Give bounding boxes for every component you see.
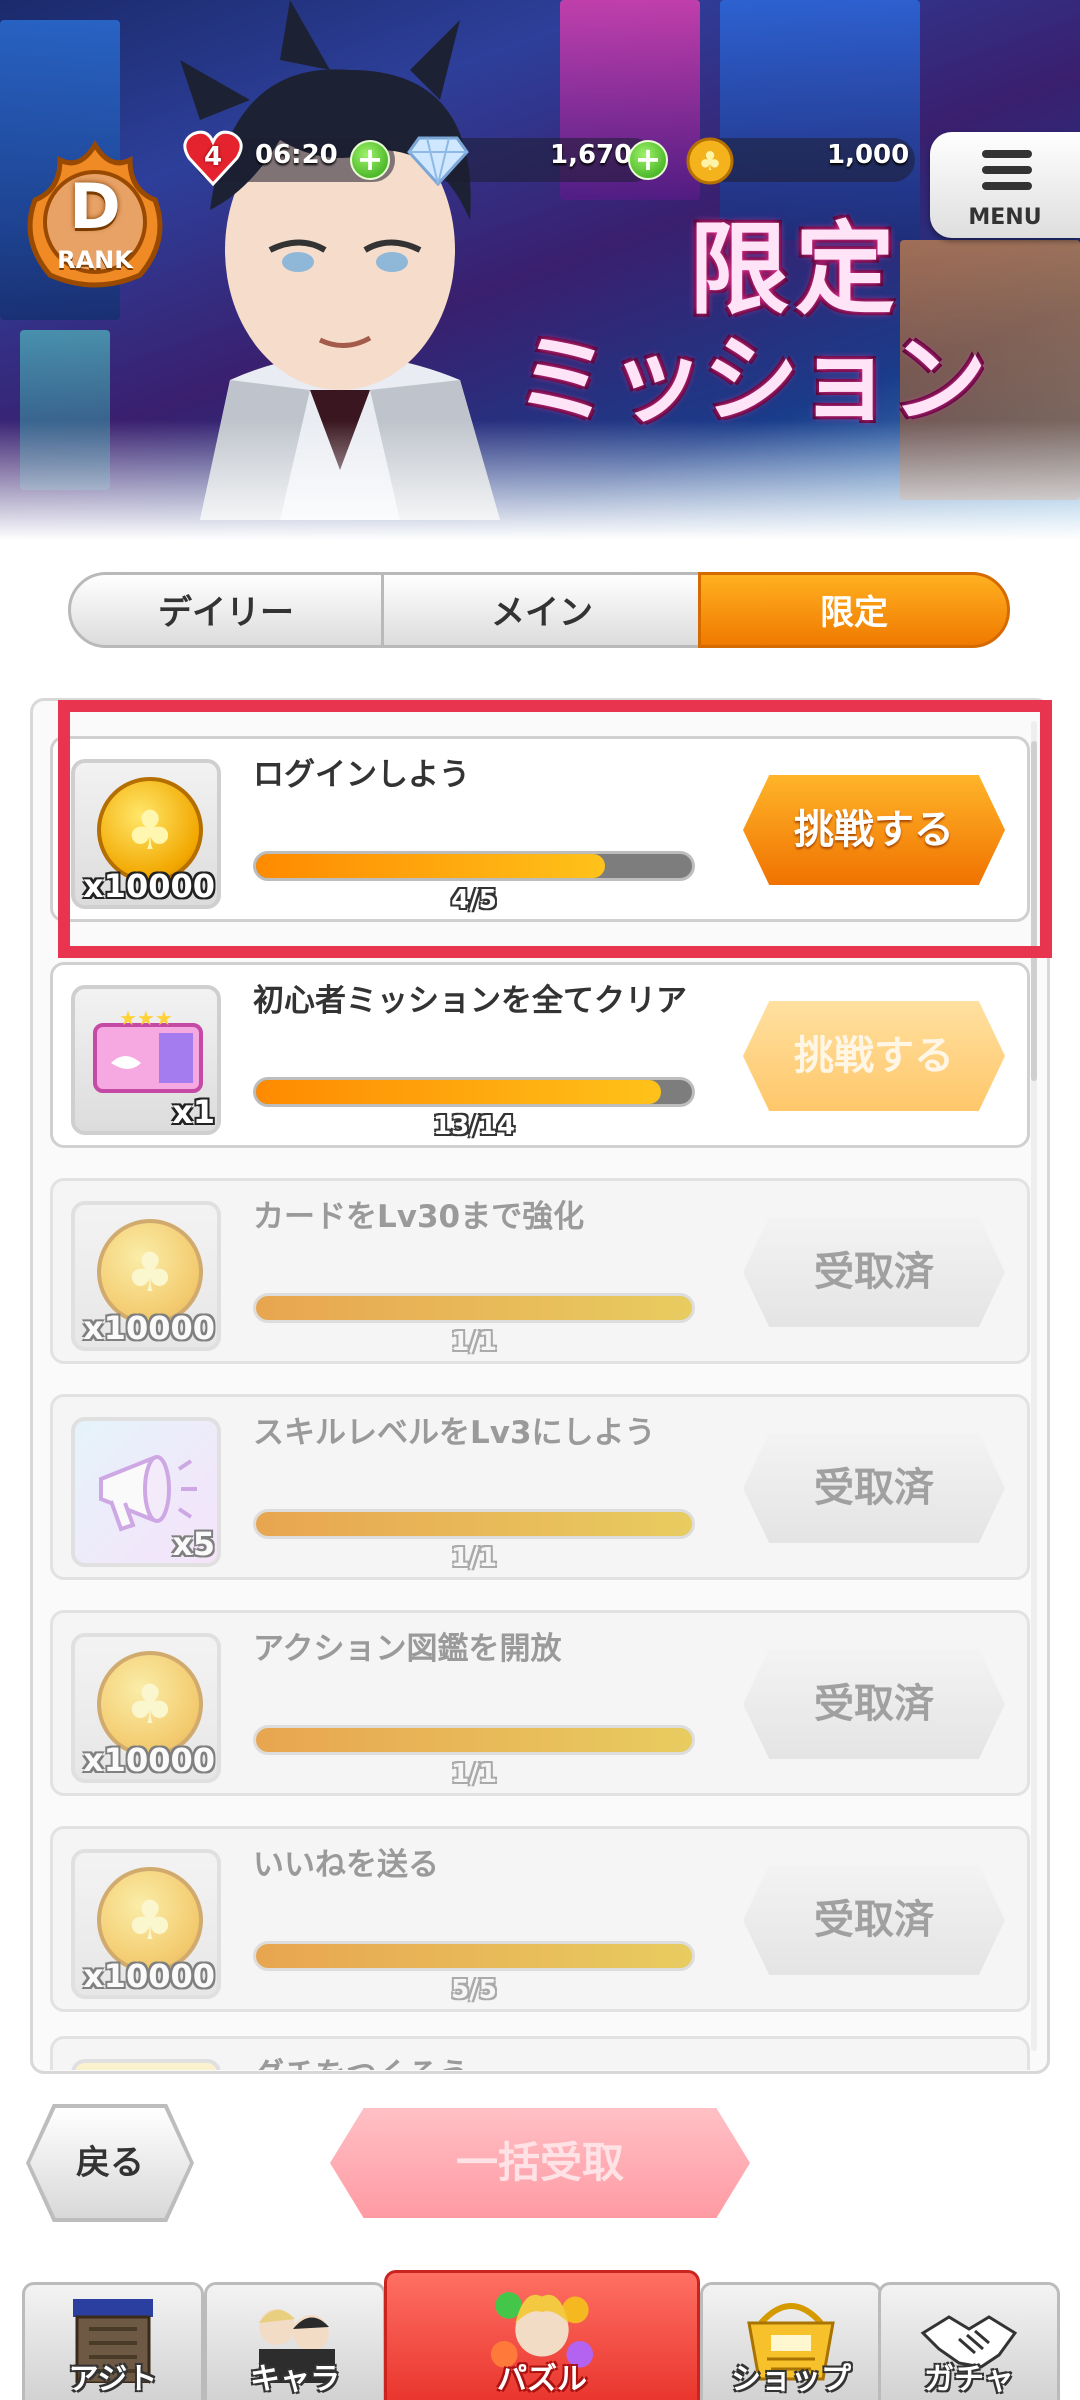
progress-bar [253, 851, 695, 881]
bulk-claim-button[interactable]: 一括受取 [330, 2108, 750, 2218]
resource-bar: 4 06:20 + 1,670 + ♣ 1,000 [175, 128, 915, 192]
mission-row-clip: ダチをつくろう [50, 2036, 1030, 2070]
progress-text: 1/1 [451, 1543, 497, 1573]
add-gems-button[interactable]: + [628, 140, 668, 180]
progress-fill [256, 854, 605, 878]
banner-title-line2: ミッション [515, 324, 987, 436]
reward-box [71, 2059, 221, 2070]
reward-quantity: x10000 [83, 1957, 215, 1995]
reward-quantity: x10000 [83, 1309, 215, 1347]
mission-row: ダチをつくろう [50, 2036, 1030, 2070]
scrollbar-thumb[interactable] [1031, 741, 1037, 1081]
back-button[interactable]: 戻る [30, 2108, 190, 2218]
mission-row: ♣ x10000 カードをLv30まで強化 1/1 受取済 [50, 1178, 1030, 1364]
rank-label: RANK [57, 246, 133, 274]
tab-main[interactable]: メイン [384, 572, 700, 648]
clover-coin-icon: ♣ [686, 137, 734, 185]
progress-fill [256, 1080, 662, 1104]
mission-title: アクション図鑑を開放 [253, 1631, 562, 1667]
add-stamina-button[interactable]: + [350, 140, 390, 180]
coins-count: 1,000 [827, 140, 910, 170]
reward-quantity: x10000 [83, 867, 215, 905]
bottom-nav: アジト キャラ パズル ショップ ガチャ [0, 2262, 1080, 2400]
reward-quantity: x5 [172, 1525, 215, 1563]
nav-label: パズル [497, 2362, 587, 2397]
nav-label: キャラ [250, 2362, 340, 2397]
megaphone-icon [99, 1455, 197, 1532]
mission-title: ログインしよう [253, 757, 470, 793]
tab-limited[interactable]: 限定 [698, 572, 1010, 648]
progress-bar [253, 1941, 695, 1971]
nav-item-gacha[interactable]: ガチャ [878, 2282, 1060, 2400]
reward-box: x5 [71, 1417, 221, 1567]
progress-bar [253, 1077, 695, 1107]
mission-tabs: デイリー メイン 限定 [68, 572, 1010, 648]
progress-text: 13/14 [433, 1111, 515, 1141]
nav-item-shop[interactable]: ショップ [700, 2282, 882, 2400]
reward-quantity: x10000 [83, 1741, 215, 1779]
nav-label: ガチャ [924, 2362, 1014, 2397]
hamburger-icon [982, 150, 1032, 198]
progress-text: 1/1 [451, 1327, 497, 1357]
progress-fill [256, 1728, 692, 1752]
progress-bar [253, 1509, 695, 1539]
claimed-button[interactable]: 受取済 [743, 1433, 1005, 1543]
rank-badge[interactable]: D RANK [20, 140, 170, 290]
challenge-button[interactable]: 挑戦する [743, 1001, 1005, 1111]
tab-daily[interactable]: デイリー [68, 572, 384, 648]
progress-fill [256, 1296, 692, 1320]
progress-fill [256, 1512, 692, 1536]
nav-label: アジト [68, 2362, 158, 2397]
claimed-button[interactable]: 受取済 [743, 1217, 1005, 1327]
mission-title: 初心者ミッションを全てクリア [253, 983, 687, 1019]
stamina-count: 4 [203, 142, 223, 172]
nav-item-hideout[interactable]: アジト [22, 2282, 204, 2400]
nav-label: ショップ [731, 2362, 851, 2397]
reward-box: ♣ x10000 [71, 759, 221, 909]
ticket-icon: ★★★ [93, 1006, 203, 1093]
mission-title: いいねを送る [253, 1847, 439, 1883]
progress-bar [253, 1725, 695, 1755]
svg-text:★★★: ★★★ [119, 1006, 173, 1030]
reward-box: ♣ x10000 [71, 1633, 221, 1783]
reward-quantity: x1 [172, 1093, 215, 1131]
progress-bar [253, 1293, 695, 1323]
reward-box: ♣ x10000 [71, 1201, 221, 1351]
mission-row: ♣ x10000 ログインしよう 4/5 挑戦する [50, 736, 1030, 922]
nav-item-puzzle[interactable]: パズル [384, 2270, 700, 2400]
banner-header: D RANK 4 06:20 + 1,670 + ♣ 1,000 MENU 限定… [0, 0, 1080, 540]
banner-title: 限定 ミッション [490, 215, 1010, 495]
challenge-button[interactable]: 挑戦する [743, 775, 1005, 885]
mission-title: スキルレベルをLv3にしよう [253, 1415, 656, 1451]
claimed-button[interactable]: 受取済 [743, 1649, 1005, 1759]
diamond-icon [407, 136, 469, 186]
claimed-button[interactable]: 受取済 [743, 1865, 1005, 1975]
svg-text:♣: ♣ [698, 147, 721, 177]
mission-row: x5 スキルレベルをLv3にしよう 1/1 受取済 [50, 1394, 1030, 1580]
mission-title: カードをLv30まで強化 [253, 1199, 585, 1235]
mission-row: ★★★ x1 初心者ミッションを全てクリア 13/14 挑戦する [50, 962, 1030, 1148]
reward-box: ♣ x10000 [71, 1849, 221, 1999]
progress-text: 1/1 [451, 1759, 497, 1789]
rank-letter: D [69, 170, 121, 243]
city-light [720, 0, 920, 240]
mission-title: ダチをつくろう [253, 2055, 713, 2070]
mission-row: ♣ x10000 アクション図鑑を開放 1/1 受取済 [50, 1610, 1030, 1796]
progress-text: 4/5 [451, 885, 497, 915]
stamina-timer: 06:20 [255, 140, 338, 170]
progress-text: 5/5 [451, 1975, 497, 2005]
gems-count: 1,670 [550, 140, 633, 170]
mission-row: ♣ x10000 いいねを送る 5/5 受取済 [50, 1826, 1030, 2012]
menu-button[interactable]: MENU [930, 132, 1080, 238]
reward-box: ★★★ x1 [71, 985, 221, 1135]
nav-item-characters[interactable]: キャラ [204, 2282, 386, 2400]
menu-label: MENU [968, 205, 1042, 230]
progress-fill [256, 1944, 692, 1968]
